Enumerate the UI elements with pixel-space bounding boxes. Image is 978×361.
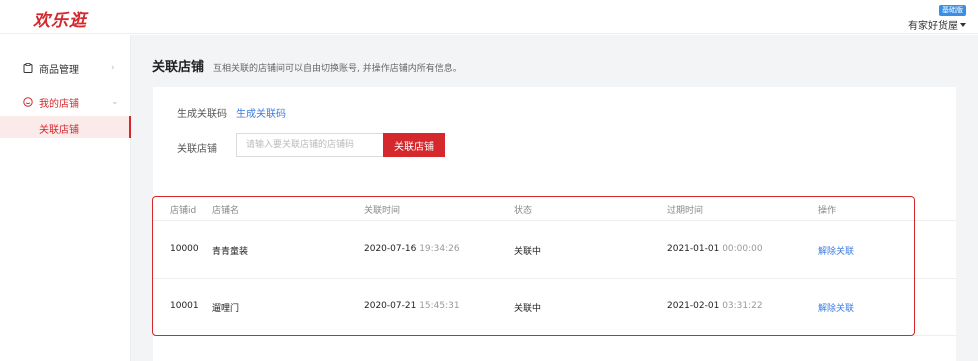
expire-time: 2021-02-01 03:31:22 bbox=[667, 301, 763, 311]
sidebar: 商品管理 › 我的店铺 ⌄ 关联店铺 bbox=[0, 35, 131, 361]
expire-clock: 03:31:22 bbox=[722, 301, 763, 311]
generate-code-link[interactable]: 生成关联码 bbox=[236, 105, 286, 120]
sidebar-subitem-label: 关联店铺 bbox=[39, 125, 79, 136]
clipboard-icon bbox=[23, 63, 33, 73]
main-content: 关联店铺 互相关联的店铺间可以自由切换账号, 并操作店铺内所有信息。 生成关联码… bbox=[131, 35, 978, 361]
sidebar-item-label: 我的店铺 bbox=[39, 98, 79, 110]
user-area[interactable]: 基础版 有家好货屋 bbox=[908, 4, 966, 32]
store-code-input[interactable] bbox=[236, 133, 383, 157]
link-time: 2020-07-21 15:45:31 bbox=[364, 301, 460, 311]
expire-date: 2021-02-01 bbox=[667, 301, 720, 311]
link-clock: 15:45:31 bbox=[419, 301, 460, 311]
page-description: 互相关联的店铺间可以自由切换账号, 并操作店铺内所有信息。 bbox=[213, 64, 462, 74]
table-header: 店铺id 店铺名 关联时间 状态 过期时间 操作 bbox=[153, 197, 956, 221]
column-header: 操作 bbox=[818, 206, 837, 216]
code-label: 生成关联码 bbox=[177, 109, 227, 120]
column-header: 状态 bbox=[514, 206, 533, 216]
link-clock: 19:34:26 bbox=[419, 244, 460, 254]
column-header: 店铺id bbox=[170, 206, 197, 216]
page-header: 关联店铺 互相关联的店铺间可以自由切换账号, 并操作店铺内所有信息。 bbox=[152, 56, 462, 75]
app-logo[interactable]: 欢乐逛 bbox=[33, 6, 87, 31]
table-row: 10000 青青童装 2020-07-16 19:34:26 关联中 2021-… bbox=[153, 222, 956, 279]
chevron-right-icon: › bbox=[111, 63, 115, 73]
expire-clock: 00:00:00 bbox=[722, 244, 763, 254]
column-header: 过期时间 bbox=[667, 206, 704, 216]
link-time: 2020-07-16 19:34:26 bbox=[364, 244, 460, 254]
linked-stores-table: 店铺id 店铺名 关联时间 状态 过期时间 操作 10000 青青童装 2020… bbox=[153, 197, 956, 361]
unlink-button[interactable]: 解除关联 bbox=[818, 244, 854, 257]
status: 关联中 bbox=[514, 247, 542, 257]
store-id: 10001 bbox=[170, 301, 199, 311]
page-title: 关联店铺 bbox=[152, 60, 205, 75]
store-label: 关联店铺 bbox=[177, 144, 217, 155]
table-row: 10001 遛哩门 2020-07-21 15:45:31 关联中 2021-0… bbox=[153, 279, 956, 336]
user-menu[interactable]: 有家好货屋 bbox=[908, 17, 966, 32]
column-header: 关联时间 bbox=[364, 206, 401, 216]
smile-circle-icon bbox=[23, 97, 33, 107]
top-bar: 欢乐逛 基础版 有家好货屋 bbox=[0, 0, 978, 34]
link-store-button[interactable]: 关联店铺 bbox=[383, 133, 445, 157]
column-header: 店铺名 bbox=[212, 206, 240, 216]
expire-time: 2021-01-01 00:00:00 bbox=[667, 244, 763, 254]
link-date: 2020-07-16 bbox=[364, 244, 417, 254]
status: 关联中 bbox=[514, 304, 542, 314]
unlink-button[interactable]: 解除关联 bbox=[818, 301, 854, 314]
sidebar-item-my-store[interactable]: 我的店铺 ⌄ bbox=[0, 91, 131, 113]
store-name: 青青童装 bbox=[212, 247, 249, 257]
expire-date: 2021-01-01 bbox=[667, 244, 720, 254]
caret-down-icon bbox=[960, 22, 966, 27]
sidebar-item-products[interactable]: 商品管理 › bbox=[0, 57, 131, 79]
store-name: 遛哩门 bbox=[212, 304, 240, 314]
user-name: 有家好货屋 bbox=[908, 21, 958, 32]
link-date: 2020-07-21 bbox=[364, 301, 417, 311]
version-badge: 基础版 bbox=[939, 5, 966, 16]
chevron-down-icon: ⌄ bbox=[111, 97, 119, 107]
sidebar-subitem-linked-stores[interactable]: 关联店铺 bbox=[0, 116, 131, 138]
sidebar-item-label: 商品管理 bbox=[39, 64, 79, 76]
store-id: 10000 bbox=[170, 244, 199, 254]
